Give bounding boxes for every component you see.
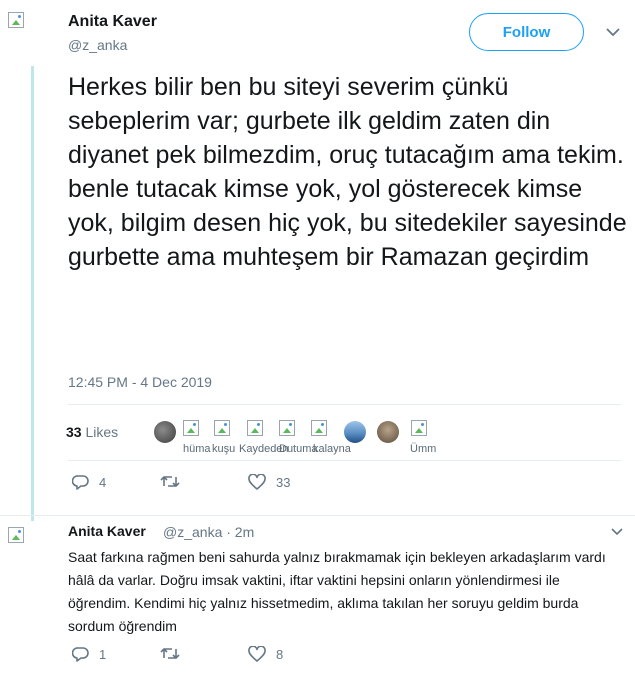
divider: [68, 460, 621, 461]
chevron-down-icon[interactable]: [606, 25, 620, 40]
reply-count: 1: [99, 646, 107, 662]
liker-avatar[interactable]: [377, 421, 399, 443]
liker-avatar[interactable]: [279, 420, 295, 436]
retweet-action[interactable]: [160, 646, 190, 661]
author-name[interactable]: Anita Kaver: [68, 13, 157, 31]
liker-avatar[interactable]: [411, 420, 427, 436]
like-action[interactable]: 8: [248, 646, 283, 662]
likes-count[interactable]: 33 Likes: [66, 424, 118, 440]
reply-action[interactable]: 4: [72, 474, 106, 490]
liker-avatar[interactable]: [247, 420, 263, 436]
reply-icon: [72, 475, 89, 490]
liker-avatar[interactable]: [214, 420, 230, 436]
heart-icon: [248, 646, 266, 662]
like-count: 8: [276, 646, 284, 662]
liker-avatar[interactable]: [183, 420, 199, 436]
reply-author-avatar[interactable]: [8, 527, 24, 543]
author-handle[interactable]: @z_anka: [68, 37, 127, 53]
reply-text: Saat farkına rağmen beni sahurda yalnız …: [68, 549, 606, 634]
follow-button[interactable]: Follow: [469, 13, 584, 51]
retweet-icon: [160, 648, 180, 659]
reply-action[interactable]: 1: [72, 646, 106, 662]
heart-icon: [248, 474, 266, 490]
liker-name: kuşu: [212, 443, 236, 455]
tweet-timestamp[interactable]: 12:45 PM - 4 Dec 2019: [68, 374, 212, 390]
reply-count: 4: [99, 474, 107, 490]
likes-label: Likes: [85, 424, 119, 440]
reply-icon: [72, 647, 89, 662]
reply-handle-time[interactable]: @z_anka · 2m: [163, 524, 254, 540]
like-action[interactable]: 33: [248, 474, 290, 490]
tweet-text: Herkes bilir ben bu siteyi severim çünkü…: [68, 73, 627, 271]
liker-avatar[interactable]: [344, 421, 366, 443]
thread-line: [31, 66, 34, 521]
retweet-action[interactable]: [160, 474, 190, 489]
liker-avatar[interactable]: [311, 420, 327, 436]
chevron-down-icon[interactable]: [611, 524, 623, 539]
liker-avatar[interactable]: [154, 421, 176, 443]
liker-name: Dutuma: [279, 443, 318, 455]
liker-name: hüma: [183, 443, 211, 455]
retweet-icon: [160, 476, 180, 487]
divider: [0, 515, 635, 516]
likes-number: 33: [66, 424, 82, 440]
reply-author-name[interactable]: Anita Kaver: [68, 523, 146, 539]
author-avatar[interactable]: [8, 12, 24, 28]
liker-name: kalayna: [313, 443, 351, 455]
like-count: 33: [276, 474, 291, 490]
divider: [68, 404, 621, 405]
liker-name: Ümm: [410, 443, 437, 455]
